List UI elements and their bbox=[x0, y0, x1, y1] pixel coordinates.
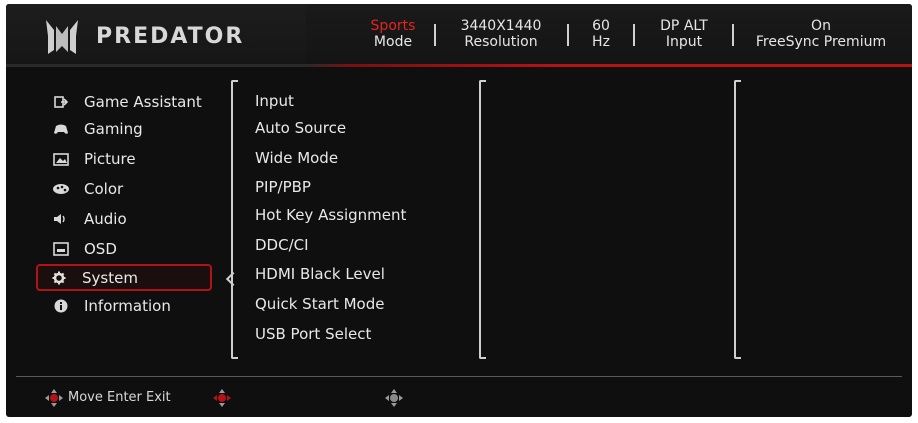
value-column-bracket bbox=[479, 80, 486, 359]
status-refresh: 60 Hz bbox=[580, 18, 622, 50]
color-icon bbox=[50, 181, 72, 197]
status-mode-value: Sports bbox=[370, 18, 416, 34]
menu-item-game-assistant[interactable]: Game Assistant bbox=[36, 88, 216, 116]
footer-divider bbox=[16, 376, 902, 377]
status-divider bbox=[732, 24, 734, 46]
submenu-item-ddc-ci[interactable]: DDC/CI bbox=[255, 236, 309, 254]
footer-hint: Move Enter Exit bbox=[68, 390, 171, 405]
submenu-item-auto-source[interactable]: Auto Source bbox=[255, 119, 346, 137]
header-bar: PREDATOR Sports Mode 3440X1440 Resolutio… bbox=[6, 4, 912, 66]
submenu-item-pip-pbp[interactable]: PIP/PBP bbox=[255, 178, 311, 196]
submenu-item-quick-start-mode[interactable]: Quick Start Mode bbox=[255, 295, 384, 313]
status-refresh-label: Hz bbox=[592, 34, 610, 50]
status-freesync-value: On bbox=[811, 18, 831, 34]
menu-item-label: OSD bbox=[84, 240, 117, 258]
status-input-value: DP ALT bbox=[660, 18, 708, 34]
predator-logo-icon bbox=[46, 20, 78, 54]
menu-item-audio[interactable]: Audio bbox=[36, 205, 216, 233]
status-freesync-label: FreeSync Premium bbox=[755, 34, 887, 50]
status-resolution-label: Resolution bbox=[464, 34, 538, 50]
menu-item-label: Gaming bbox=[84, 120, 143, 138]
osd-window: PREDATOR Sports Mode 3440X1440 Resolutio… bbox=[6, 4, 912, 417]
menu-item-label: System bbox=[82, 268, 138, 287]
submenu-item-input[interactable]: Input bbox=[255, 92, 294, 110]
menu-item-information[interactable]: Information bbox=[36, 292, 216, 320]
menu-item-label: Color bbox=[84, 180, 124, 198]
submenu-item-usb-port-select[interactable]: USB Port Select bbox=[255, 325, 371, 343]
osd-icon bbox=[50, 241, 72, 257]
header-accent-line bbox=[6, 64, 912, 67]
joystick-move-icon bbox=[45, 389, 63, 407]
detail-column-bracket bbox=[734, 80, 741, 359]
submenu-item-hot-key-assignment[interactable]: Hot Key Assignment bbox=[255, 206, 406, 224]
logo-text: PREDATOR bbox=[96, 24, 245, 49]
submenu-bracket bbox=[231, 80, 238, 359]
status-mode-label: Mode bbox=[373, 34, 413, 50]
menu-item-picture[interactable]: Picture bbox=[36, 145, 216, 173]
status-divider bbox=[633, 24, 635, 46]
gaming-icon bbox=[50, 121, 72, 137]
status-resolution: 3440X1440 Resolution bbox=[446, 18, 556, 50]
status-resolution-value: 3440X1440 bbox=[460, 18, 542, 34]
menu-item-label: Audio bbox=[84, 210, 127, 228]
submenu-item-hdmi-black-level[interactable]: HDMI Black Level bbox=[255, 265, 385, 283]
joystick-enter-icon bbox=[213, 389, 231, 407]
status-mode: Sports Mode bbox=[358, 18, 428, 50]
picture-icon bbox=[50, 151, 72, 167]
information-icon bbox=[50, 298, 72, 314]
status-input: DP ALT Input bbox=[644, 18, 724, 50]
menu-item-color[interactable]: Color bbox=[36, 175, 216, 203]
status-input-label: Input bbox=[665, 34, 703, 50]
status-divider bbox=[434, 24, 436, 46]
gear-icon bbox=[48, 270, 70, 286]
audio-icon bbox=[50, 211, 72, 227]
joystick-exit-icon bbox=[385, 389, 403, 407]
status-divider bbox=[567, 24, 569, 46]
menu-item-label: Information bbox=[84, 297, 171, 315]
menu-item-label: Game Assistant bbox=[84, 93, 202, 111]
menu-item-system[interactable]: System bbox=[36, 264, 212, 291]
game-assistant-icon bbox=[50, 94, 72, 110]
status-refresh-value: 60 bbox=[592, 18, 610, 34]
menu-item-osd[interactable]: OSD bbox=[36, 235, 216, 263]
logo-panel: PREDATOR bbox=[6, 4, 306, 64]
status-freesync: On FreeSync Premium bbox=[746, 18, 896, 50]
menu-item-label: Picture bbox=[84, 150, 136, 168]
menu-item-gaming[interactable]: Gaming bbox=[36, 115, 216, 143]
submenu-item-wide-mode[interactable]: Wide Mode bbox=[255, 149, 338, 167]
